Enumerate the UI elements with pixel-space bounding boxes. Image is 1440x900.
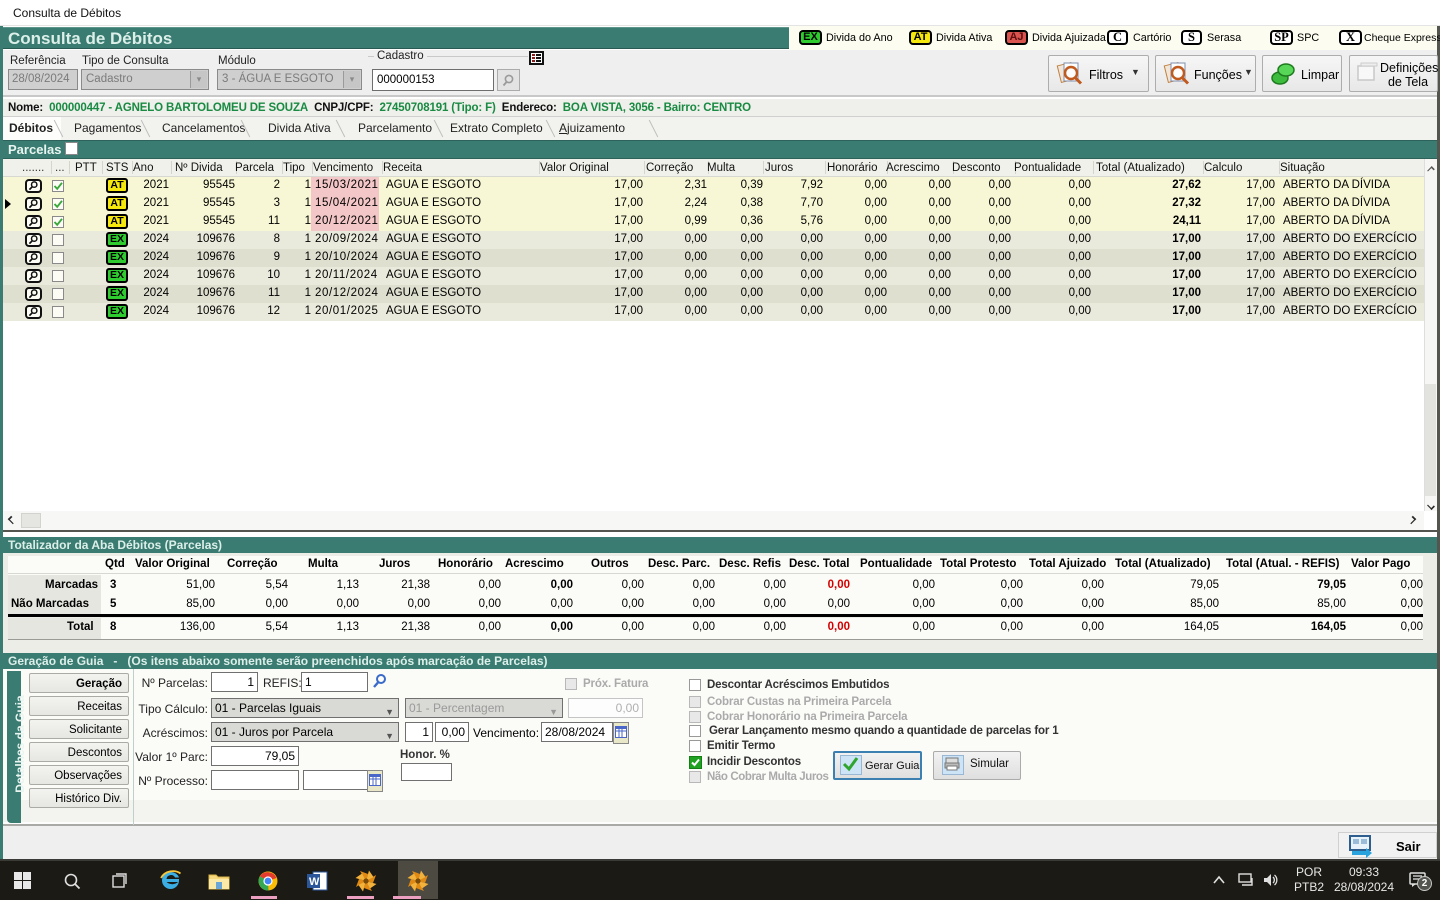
svg-text:W: W [309, 876, 320, 888]
